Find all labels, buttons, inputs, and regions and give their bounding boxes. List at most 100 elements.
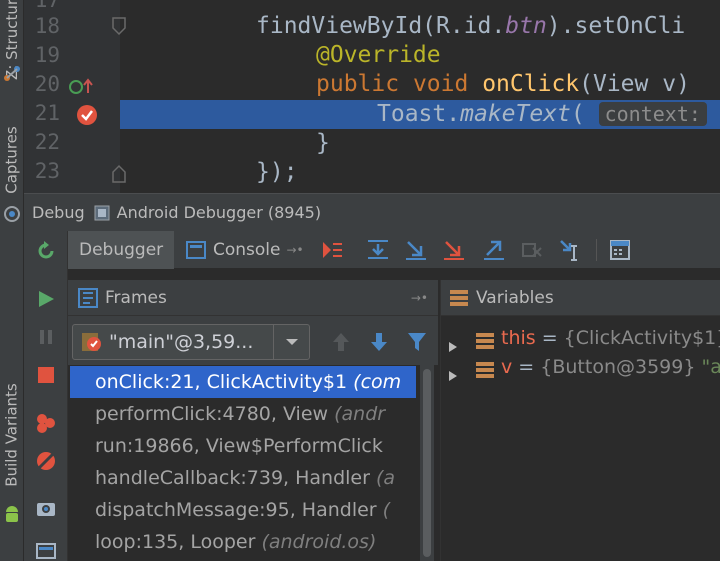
debug-config-tab[interactable]: Android Debugger (8945) [117, 203, 321, 222]
tab-debugger[interactable]: Debugger [68, 231, 174, 269]
step-out-icon[interactable] [482, 238, 506, 262]
thread-selector-value: "main"@3,59... [109, 331, 254, 353]
variable-value: {Button@3599} [540, 356, 696, 378]
drop-frame-icon[interactable] [520, 238, 544, 262]
resume-icon[interactable] [34, 287, 58, 311]
field-icon [475, 329, 495, 353]
code-line-23[interactable]: }); [120, 158, 298, 187]
code-keyword: public [316, 71, 400, 97]
android-debugger-icon [93, 204, 111, 222]
code-line-22[interactable]: } [120, 129, 330, 158]
frames-header: Frames →• [68, 280, 438, 316]
structure-icon [2, 64, 22, 84]
pin-tab-icon[interactable]: →• [287, 243, 304, 257]
frame-item[interactable]: dispatchMessage:95, Handler ( [70, 494, 416, 526]
thread-selector-dropdown[interactable]: "main"@3,59... [72, 324, 310, 360]
variable-string-value: "a [695, 356, 720, 378]
pause-icon[interactable] [34, 325, 58, 349]
code-editor[interactable]: 17 18 19 20 21 22 23 findViewById(R.id.b… [24, 0, 720, 193]
frame-method: performClick:4780, View [95, 403, 329, 425]
code-rest: ).setOnCli [546, 13, 686, 39]
code-line-21[interactable]: Toast.makeText( context: [120, 100, 707, 129]
variable-row[interactable]: v = {Button@3599} "a [441, 352, 720, 382]
debug-window-title: Debug [32, 203, 85, 222]
stop-icon[interactable] [34, 363, 58, 387]
editor-gutter[interactable]: 17 18 19 20 21 22 23 [24, 0, 126, 193]
variable-equals: = [512, 356, 541, 378]
frame-package: (android.os) [261, 531, 377, 553]
code-line-19[interactable]: @Override [120, 41, 441, 70]
show-execution-point-icon[interactable] [320, 238, 344, 262]
variable-name: v [501, 356, 513, 378]
code-method: onClick [482, 71, 580, 97]
frame-item[interactable]: handleCallback:739, Handler (a [70, 462, 416, 494]
force-step-into-icon[interactable] [442, 238, 466, 262]
line-number: 23 [34, 159, 60, 183]
frame-item[interactable]: onClick:21, ClickActivity$1 (com [70, 366, 416, 398]
code-brace: } [316, 130, 330, 156]
layout-icon[interactable] [34, 539, 58, 561]
variables-panel: Variables this = {ClickActivity$1} v = {… [440, 280, 720, 561]
suspended-thread-icon [81, 331, 103, 353]
scrollbar-thumb[interactable] [423, 369, 431, 557]
debugger-tab-bar: Debugger Console →• [68, 231, 720, 269]
variables-title: Variables [476, 287, 554, 308]
field-icon [475, 358, 495, 382]
camera-icon[interactable] [34, 497, 58, 521]
thread-selector-row: "main"@3,59... [68, 316, 438, 364]
debug-actions-toolbar [24, 231, 68, 561]
rerun-icon[interactable] [34, 239, 58, 263]
variable-name: this [501, 327, 536, 349]
debug-tool-window-header: Debug Android Debugger (8945) [24, 193, 720, 231]
console-icon [186, 241, 206, 259]
tab-console[interactable]: Console →• [176, 231, 316, 269]
android-icon [2, 505, 22, 525]
frame-item[interactable]: performClick:4780, View (andr [70, 398, 416, 430]
code-brace: }); [256, 159, 298, 185]
frames-scrollbar[interactable] [420, 365, 434, 561]
view-breakpoints-icon[interactable] [34, 411, 58, 435]
step-over-icon[interactable] [366, 238, 390, 262]
code-line-18[interactable]: findViewById(R.id.btn).setOnCli [120, 12, 685, 41]
frames-title: Frames [105, 287, 167, 308]
parameter-hint: context: [598, 102, 707, 126]
previous-frame-arrow-icon[interactable] [330, 330, 352, 354]
code-paren: ( [570, 101, 585, 127]
variable-row[interactable]: this = {ClickActivity$1} [441, 323, 720, 353]
expand-arrow-icon[interactable] [448, 361, 458, 382]
code-call: findViewById(R.id. [256, 13, 506, 39]
frame-package: (andr [334, 403, 386, 425]
frame-item[interactable]: run:19866, View$PerformClick [70, 430, 416, 462]
structure-tool-tab[interactable]: Z: Structure [0, 0, 24, 80]
mute-breakpoints-icon[interactable] [34, 449, 58, 473]
toolbar-divider [596, 239, 597, 261]
code-line-20[interactable]: public void onClick(View v) [120, 70, 690, 99]
variables-header: Variables [441, 280, 720, 316]
next-frame-arrow-icon[interactable] [368, 330, 390, 354]
line-number: 20 [34, 72, 60, 96]
frame-list[interactable]: onClick:21, ClickActivity$1 (com perform… [68, 365, 438, 561]
build-variants-tool-tab[interactable]: Build Variants [0, 360, 24, 510]
variables-icon [449, 288, 469, 308]
code-params: (View v) [579, 71, 690, 97]
code-class: Toast. [377, 101, 461, 127]
chevron-down-icon[interactable] [273, 325, 309, 359]
run-to-cursor-icon[interactable] [558, 238, 582, 262]
pin-frames-icon[interactable]: →• [411, 291, 428, 305]
override-method-icon[interactable] [68, 75, 96, 97]
line-number: 22 [34, 130, 60, 154]
frame-method: onClick:21, ClickActivity$1 [95, 371, 348, 393]
frame-item[interactable]: loop:135, Looper (android.os) [70, 526, 416, 558]
expand-arrow-icon[interactable] [448, 332, 458, 353]
tab-console-label: Console [213, 240, 281, 260]
step-into-icon[interactable] [404, 238, 428, 262]
filter-icon[interactable] [406, 330, 428, 354]
frames-panel: Frames →• "main"@3,59... onClick:21, Cli… [68, 280, 438, 561]
code-annotation: @Override [316, 42, 441, 68]
frame-package: (a [375, 467, 396, 489]
evaluate-expression-icon[interactable] [608, 238, 632, 262]
captures-tool-tab[interactable]: Captures [0, 110, 24, 210]
breakpoint-icon[interactable] [76, 104, 98, 126]
frame-method: loop:135, Looper [95, 531, 256, 553]
code-field: btn [505, 13, 547, 39]
